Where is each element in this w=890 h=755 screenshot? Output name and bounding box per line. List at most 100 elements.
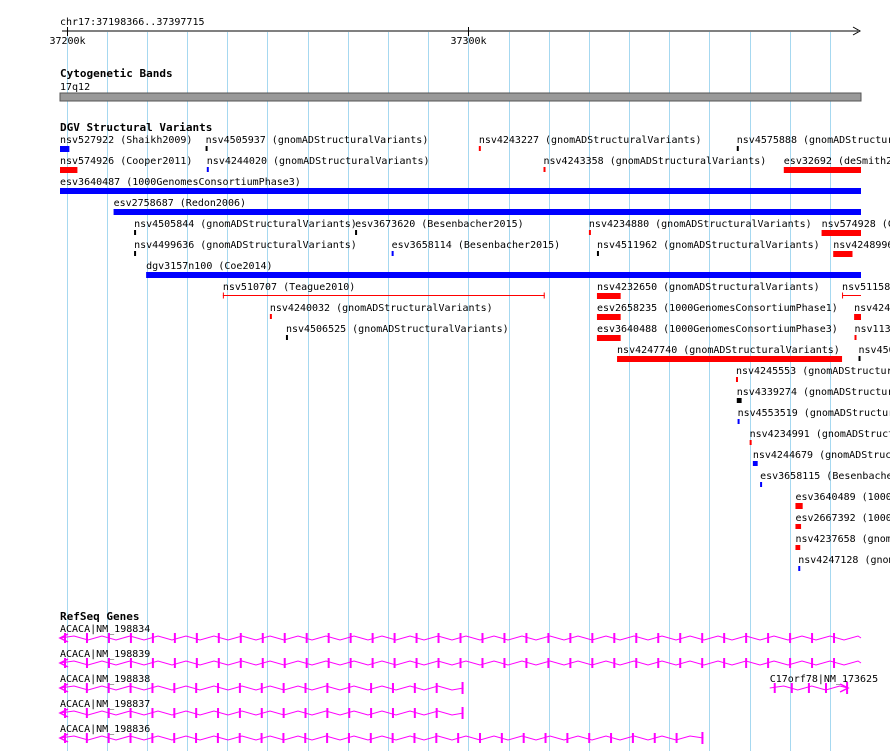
gene-exon: [569, 658, 572, 668]
dgv-feature-bar: [749, 440, 752, 445]
gene-exon: [459, 633, 462, 643]
dgv-feature[interactable]: nsv4505844 (gnomADStructuralVariants): [134, 219, 357, 235]
dgv-feature[interactable]: nsv4511962 (gnomADStructuralVariants): [596, 240, 820, 256]
dgv-feature-label: esv2658235 (1000GenomesConsortiumPhase1): [597, 303, 838, 314]
gene-exon: [635, 633, 638, 643]
gene-exon: [789, 658, 792, 668]
dgv-feature[interactable]: nsv4499636 (gnomADStructuralVariants): [134, 240, 357, 256]
cytoband-bar[interactable]: [59, 92, 862, 102]
dgv-feature[interactable]: nsv4244020 (gnomADStructuralVariants): [206, 156, 430, 172]
dgv-feature[interactable]: esv3640487 (1000GenomesConsortiumPhase3): [60, 177, 861, 194]
dgv-feature[interactable]: nsv4232650 (gnomADStructuralVariants): [596, 282, 820, 299]
dgv-feature[interactable]: nsv4234880 (gnomADStructuralVariants): [588, 219, 812, 235]
gene-transcript[interactable]: ACACA|NM_198834: [58, 624, 862, 643]
dgv-feature[interactable]: esv2758687 (Redon2006): [113, 198, 861, 215]
dgv-feature-bar: [795, 545, 801, 550]
dgv-feature[interactable]: nsv4339274 (gnomADStructuralVariants): [736, 387, 890, 403]
dgv-feature[interactable]: nsv574926 (Cooper2011): [60, 156, 192, 173]
dgv-feature[interactable]: nsv4234991 (gnomADStructuralVariants): [749, 429, 890, 445]
gene-exon: [349, 633, 352, 643]
dgv-feature[interactable]: nsv1134067 (gnomADStructuralVariants): [854, 324, 890, 340]
dgv-feature[interactable]: esv3658115 (Besenbacher2015): [760, 471, 890, 487]
dgv-feature-bar: [269, 314, 272, 319]
dgv-feature[interactable]: esv32692 (deSmith2007): [783, 156, 890, 173]
dgv-feature-label: nsv4508052 (gnomADStructuralVariants): [859, 345, 890, 356]
gene-exon: [85, 708, 88, 718]
dgv-feature[interactable]: nsv4505937 (gnomADStructuralVariants): [205, 135, 429, 151]
dgv-feature[interactable]: nsv5115890 (gnomADStructuralVariants): [842, 282, 890, 299]
dgv-feature[interactable]: nsv4244679 (gnomADStructuralVariants): [752, 450, 890, 466]
gene-exon: [807, 683, 810, 693]
dgv-feature[interactable]: esv3658114 (Besenbacher2015): [391, 240, 561, 256]
gene-exon: [129, 708, 132, 718]
dgv-feature-bar: [588, 230, 591, 235]
dgv-feature-label: esv3640488 (1000GenomesConsortiumPhase3): [597, 324, 838, 335]
dgv-feature[interactable]: nsv4506525 (gnomADStructuralVariants): [285, 324, 509, 340]
dgv-feature-label: nsv4244679 (gnomADStructuralVariants): [753, 450, 890, 461]
gene-label: ACACA|NM_198837: [60, 699, 150, 710]
dgv-feature[interactable]: nsv4240032 (gnomADStructuralVariants): [269, 303, 493, 319]
gene-exon: [657, 658, 660, 668]
dgv-feature-bar: [543, 167, 546, 172]
dgv-feature-label: nsv574928 (Cooper2011): [822, 219, 890, 230]
dgv-feature-bar: [752, 461, 758, 466]
gene-exon: [238, 708, 241, 718]
dgv-feature[interactable]: dgv3157n100 (Coe2014): [146, 261, 861, 278]
dgv-feature[interactable]: esv2667392 (1000GenomesConsortiumPhase1): [795, 513, 890, 529]
dgv-feature-label: esv3658114 (Besenbacher2015): [392, 240, 561, 251]
gene-exon: [833, 658, 836, 668]
gene-exon: [370, 683, 373, 693]
dgv-feature[interactable]: esv3640489 (1000GenomesConsortiumPhase3): [795, 492, 890, 509]
dgv-feature[interactable]: esv2658235 (1000GenomesConsortiumPhase1): [596, 303, 838, 320]
gene-exon: [610, 733, 613, 743]
gene-label: ACACA|NM_198836: [60, 724, 150, 735]
dgv-feature-label: nsv4553519 (gnomADStructuralVariants): [738, 408, 890, 419]
dgv-feature[interactable]: nsv4243358 (gnomADStructuralVariants): [543, 156, 767, 172]
gene-exon: [326, 708, 329, 718]
gene-exon: [789, 633, 792, 643]
dgv-feature[interactable]: nsv4553519 (gnomADStructuralVariants): [737, 408, 890, 424]
gene-exon: [282, 733, 285, 743]
gene-exon: [415, 658, 418, 668]
refseq-track: RefSeq Genes ACACA|NM_198834ACACA|NM_198…: [58, 610, 878, 744]
dgv-feature[interactable]: nsv4243227 (gnomADStructuralVariants): [478, 135, 702, 151]
gene-transcript[interactable]: C17orf78|NM_173625: [769, 674, 878, 694]
dgv-feature-bar: [60, 146, 70, 152]
gene-exon: [435, 683, 438, 693]
dgv-feature-label: nsv527922 (Shaikh2009): [60, 135, 192, 146]
dgv-feature[interactable]: nsv4249006 (gnomADStructuralVariants): [854, 303, 890, 320]
gene-transcript[interactable]: ACACA|NM_198837: [58, 699, 464, 719]
dgv-feature[interactable]: nsv4508052 (gnomADStructuralVariants): [858, 345, 890, 361]
gene-exon: [393, 658, 396, 668]
gene-transcript[interactable]: ACACA|NM_198836: [58, 724, 704, 744]
gene-exon: [435, 708, 438, 718]
gene-exon: [435, 733, 438, 743]
gene-exon: [129, 733, 132, 743]
dgv-feature[interactable]: nsv4575888 (gnomADStructuralVariants): [736, 135, 890, 151]
dgv-feature[interactable]: nsv510707 (Teague2010): [222, 282, 545, 299]
gene-exon: [635, 658, 638, 668]
dgv-feature[interactable]: nsv4248996 (gnomADStructuralVariants): [833, 240, 890, 257]
dgv-feature[interactable]: nsv574928 (Cooper2011): [821, 219, 890, 236]
gene-transcript[interactable]: ACACA|NM_198839: [58, 649, 862, 668]
dgv-feature[interactable]: nsv4245553 (gnomADStructuralVariants): [735, 366, 890, 382]
dgv-feature-bar: [596, 335, 621, 341]
dgv-feature[interactable]: nsv4247128 (gnomADStructuralVariants): [798, 555, 890, 571]
dgv-feature-bar: [285, 335, 288, 340]
dgv-feature-label: nsv4248996 (gnomADStructuralVariants): [833, 240, 890, 251]
dgv-feature[interactable]: esv3640488 (1000GenomesConsortiumPhase3): [596, 324, 838, 341]
dgv-feature[interactable]: nsv527922 (Shaikh2009): [60, 135, 192, 152]
gene-exon: [347, 733, 350, 743]
gene-exon: [459, 658, 462, 668]
dgv-feature[interactable]: nsv4237658 (gnomADStructuralVariants): [795, 534, 890, 550]
dgv-feature-label: nsv4506525 (gnomADStructuralVariants): [286, 324, 509, 335]
gene-end-exon: [461, 707, 464, 719]
dgv-feature[interactable]: nsv4247740 (gnomADStructuralVariants): [617, 345, 843, 362]
dgv-track-title: DGV Structural Variants: [60, 121, 212, 134]
dgv-feature-label: nsv4511962 (gnomADStructuralVariants): [597, 240, 820, 251]
dgv-feature[interactable]: esv3673620 (Besenbacher2015): [355, 219, 524, 235]
gene-exon: [481, 633, 484, 643]
gene-exon: [261, 633, 264, 643]
gene-end-exon: [846, 682, 849, 694]
gene-transcript[interactable]: ACACA|NM_198838: [58, 674, 464, 694]
